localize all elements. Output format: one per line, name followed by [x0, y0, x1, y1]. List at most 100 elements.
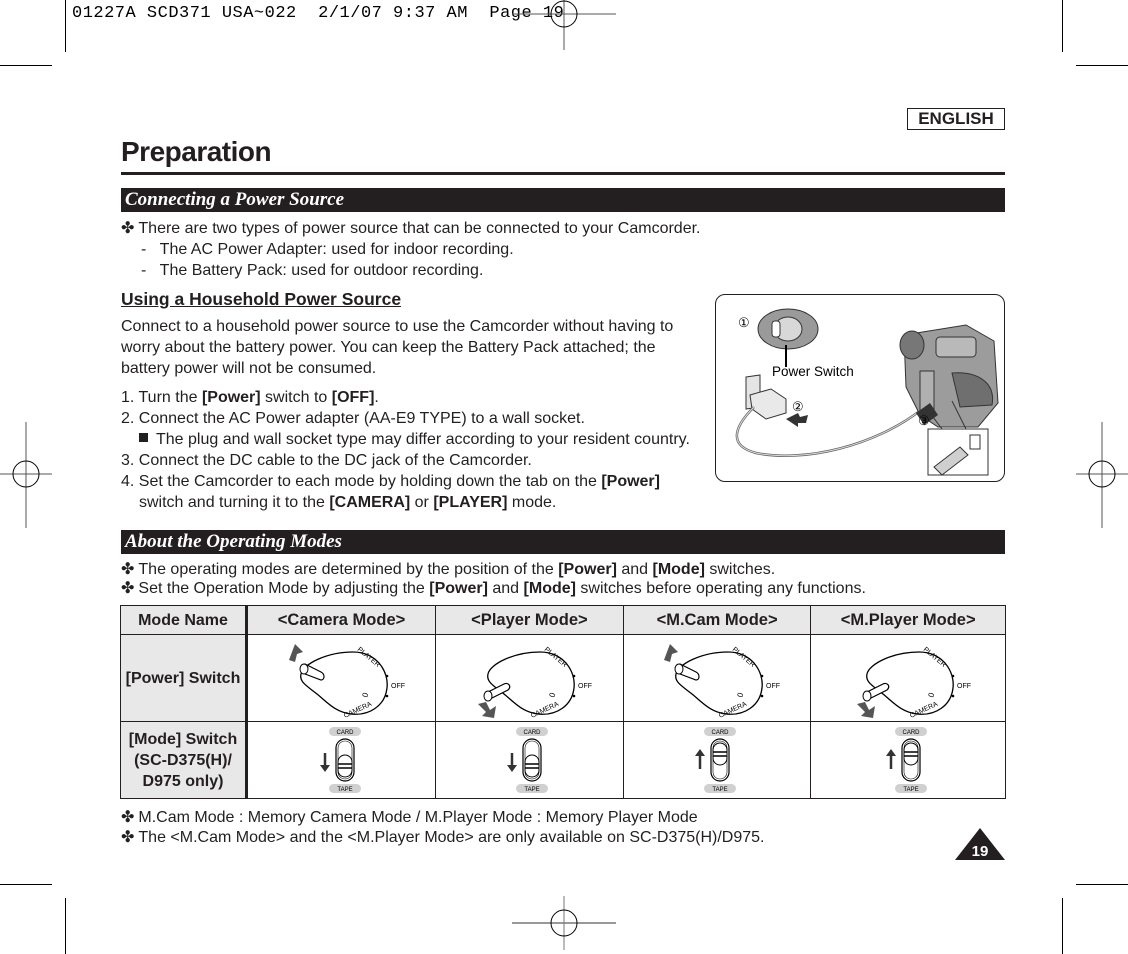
- step-text: switch and turning it to the: [139, 494, 330, 511]
- row-label-mode-switch: [Mode] Switch (SC-D375(H)/ D975 only): [120, 721, 248, 799]
- paragraph-line: Connect to a household power source to u…: [121, 318, 674, 335]
- step-4: 4. Set the Camcorder to each mode by hol…: [121, 471, 660, 492]
- footnote-text: M.Cam Mode : Memory Camera Mode / M.Play…: [138, 809, 698, 826]
- power-type-item: - The AC Power Adapter: used for indoor …: [141, 241, 514, 258]
- svg-text:CARD: CARD: [524, 730, 542, 736]
- callout-3: ③: [918, 413, 930, 428]
- step-key: [PLAYER]: [433, 494, 508, 511]
- registration-mark-icon: [512, 0, 616, 50]
- step-key: [Power]: [201, 389, 261, 406]
- intro-text-content: There are two types of power source that…: [138, 220, 701, 237]
- power-cell: 0 PLAYER OFF CAMERA: [810, 634, 1006, 722]
- mode-cell: CARD TAPE: [245, 721, 437, 799]
- table-header-row: Mode Name <Camera Mode> <Player Mode> <M…: [120, 605, 1006, 635]
- crop-mark: [1076, 65, 1128, 66]
- table-row-power-switch: [Power] Switch 0 PLAYER OFF CAMERA 0 PLAYER O…: [120, 634, 1006, 722]
- arrow-up-icon: [664, 644, 679, 662]
- section-heading-power-source: Connecting a Power Source: [121, 188, 1005, 212]
- footnote-1: M.Cam Mode : Memory Camera Mode / M.Play…: [121, 807, 698, 828]
- registration-mark-icon: [0, 422, 52, 528]
- page-number-badge: 19: [955, 828, 1005, 860]
- camcorder-icon: [899, 324, 999, 428]
- mode-cell: CARD TAPE: [810, 721, 1006, 799]
- power-dial-icon: 0PLAYEROFFCAMERA: [664, 644, 780, 720]
- mode-cell: CARD TAPE: [435, 721, 624, 799]
- key: [Mode]: [523, 580, 576, 597]
- row-label-line: [Mode] Switch: [128, 730, 238, 748]
- svg-text:CARD: CARD: [336, 730, 354, 736]
- arrow-up-icon: [886, 749, 897, 756]
- text: The operating modes are determined by th…: [138, 561, 559, 578]
- arrow-down-icon: [507, 765, 518, 772]
- power-type-item: - The Battery Pack: used for outdoor rec…: [141, 262, 484, 279]
- power-dial-icon: 0PLAYEROFFCAMERA: [857, 646, 971, 720]
- callout-2: ②: [792, 399, 804, 414]
- power-type-battery: The Battery Pack: used for outdoor recor…: [159, 262, 484, 279]
- footnote-2: The <M.Cam Mode> and the <M.Player Mode>…: [121, 827, 765, 848]
- power-switch-label: Power Switch: [772, 364, 854, 379]
- note-text: The plug and wall socket type may differ…: [156, 431, 690, 448]
- step-text: 1. Turn the: [121, 389, 202, 406]
- key: [Power]: [558, 561, 617, 578]
- svg-text:OFF: OFF: [957, 683, 971, 690]
- power-connection-illustration: ① Power Switch ② ③: [715, 294, 1005, 482]
- svg-text:OFF: OFF: [766, 683, 780, 690]
- text: Set the Operation Mode by adjusting the: [138, 580, 430, 597]
- row-label-power-switch: [Power] Switch: [120, 634, 248, 722]
- page-number: 19: [972, 843, 989, 860]
- arrow-icon: [786, 413, 808, 427]
- arrow-up-icon: [695, 749, 706, 756]
- mode-slider-icon: CARD TAPE: [886, 727, 928, 793]
- camcorder-adapter-diagram: ① Power Switch ② ③: [735, 308, 999, 476]
- registration-mark-icon: [512, 896, 616, 950]
- svg-text:CARD: CARD: [712, 730, 730, 736]
- step-2: 2. Connect the AC Power adapter (AA-E9 T…: [121, 410, 585, 427]
- svg-text:TAPE: TAPE: [337, 787, 352, 793]
- svg-text:CARD: CARD: [903, 730, 921, 736]
- paragraph-line: battery power will not be consumed.: [121, 360, 377, 377]
- print-slug: 01227A SCD371 USA~022 2/1/07 9:37 AM Pag…: [72, 4, 565, 23]
- step-2-note: The plug and wall socket type may differ…: [139, 429, 690, 450]
- step-text: mode.: [507, 494, 557, 511]
- crop-mark: [1062, 898, 1063, 954]
- title-rule: [121, 172, 1005, 175]
- step-text: 4. Set the Camcorder to each mode by hol…: [121, 473, 602, 490]
- section-heading-operating-modes: About the Operating Modes: [121, 530, 1005, 554]
- crop-mark: [1076, 884, 1128, 885]
- step-text: .: [374, 389, 379, 406]
- step-3: 3. Connect the DC cable to the DC jack o…: [121, 452, 532, 469]
- svg-text:TAPE: TAPE: [904, 787, 919, 793]
- text: switches before operating any functions.: [575, 580, 866, 597]
- header-mode-name: Mode Name: [120, 605, 248, 635]
- mode-slider-icon: CARD TAPE: [319, 727, 361, 793]
- svg-text:TAPE: TAPE: [525, 787, 540, 793]
- mode-cell: CARD TAPE: [622, 721, 812, 799]
- text: and: [487, 580, 524, 597]
- paragraph-line: worry about the battery power. You can k…: [121, 339, 656, 356]
- header-mplayer-mode: <M.Player Mode>: [810, 605, 1006, 635]
- power-cell: 0 PLAYER OFF CAMERA: [622, 634, 812, 722]
- callout-1: ①: [738, 315, 750, 330]
- crop-mark: [65, 898, 66, 954]
- key: [Power]: [429, 580, 488, 597]
- power-cell: 0 PLAYER OFF CAMERA: [245, 634, 437, 722]
- registration-mark-icon: [1076, 422, 1128, 528]
- crop-mark: [65, 0, 66, 52]
- square-bullet-icon: [139, 433, 148, 442]
- footnote-text: The <M.Cam Mode> and the <M.Player Mode>…: [138, 829, 765, 846]
- step-key: [CAMERA]: [329, 494, 411, 511]
- crop-mark: [1062, 0, 1063, 52]
- svg-text:OFF: OFF: [578, 683, 592, 690]
- operating-modes-table: Mode Name <Camera Mode> <Player Mode> <M…: [120, 605, 1006, 799]
- step-text: or: [410, 494, 434, 511]
- power-type-ac: The AC Power Adapter: used for indoor re…: [159, 241, 514, 258]
- step-text: switch to: [260, 389, 332, 406]
- crop-mark: [0, 884, 52, 885]
- svg-text:TAPE: TAPE: [712, 787, 727, 793]
- table-row-mode-switch: [Mode] Switch (SC-D375(H)/ D975 only) CA…: [120, 721, 1006, 799]
- power-dial-icon: 0PLAYEROFFCAMERA: [478, 646, 592, 720]
- arrow-down-icon: [478, 702, 497, 718]
- row-label-line: (SC-D375(H)/: [134, 751, 232, 769]
- power-dial-icon: 0PLAYEROFFCAMERA: [288, 644, 405, 720]
- row-label-line: D975 only): [142, 772, 224, 790]
